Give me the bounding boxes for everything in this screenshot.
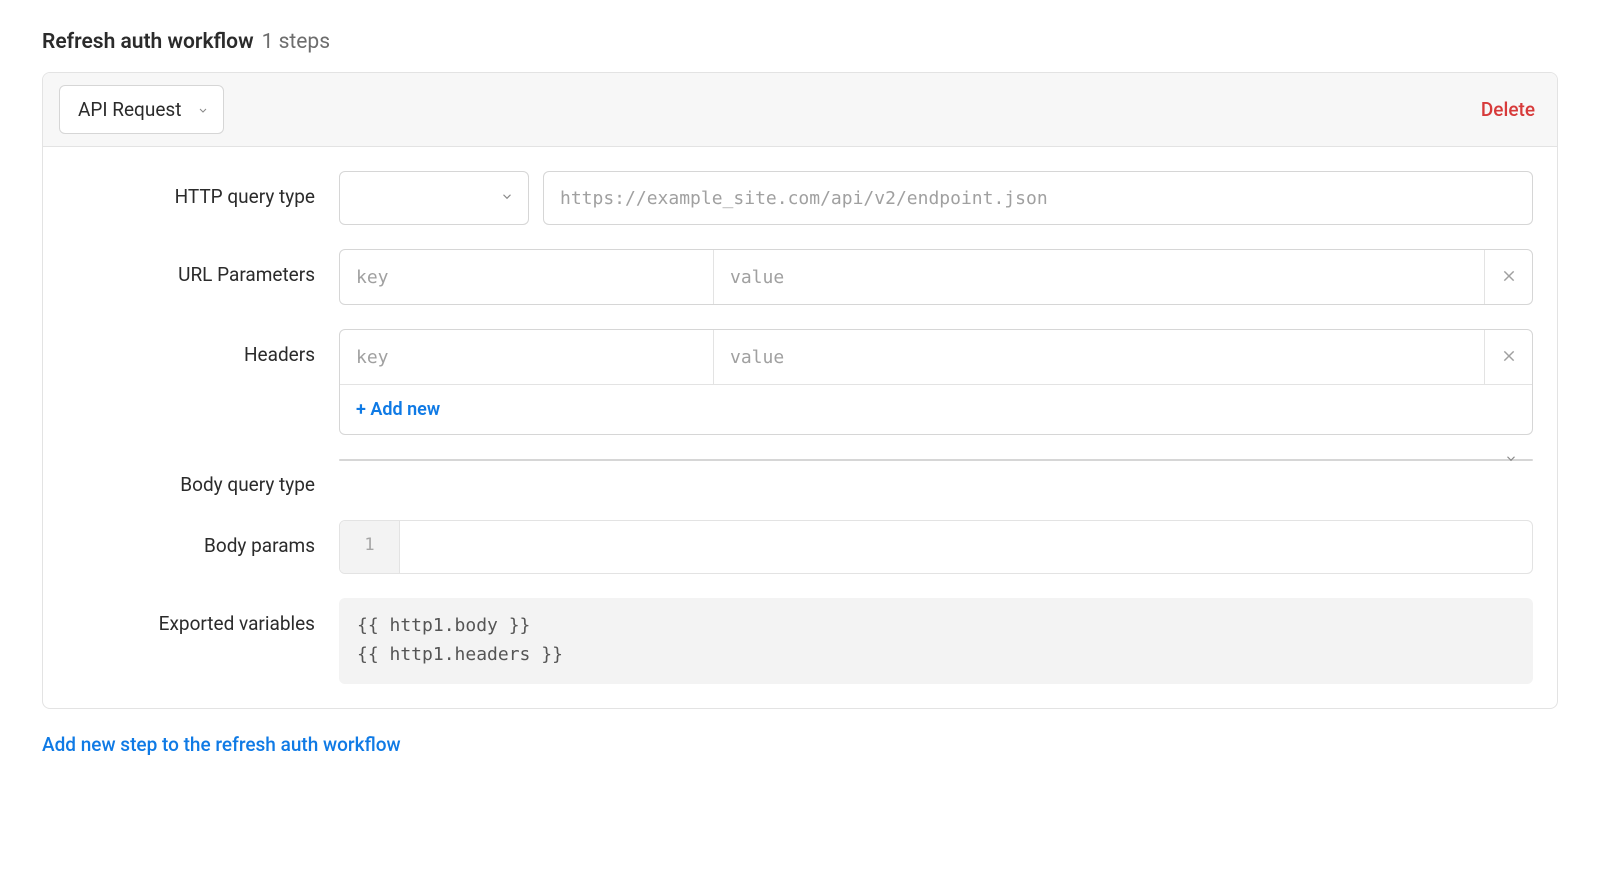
url-param-key-input[interactable] [340,250,714,304]
step-panel-body: HTTP query type URL Parameters [43,147,1557,708]
exported-variables-box: {{ http1.body }} {{ http1.headers }} [339,598,1533,684]
workflow-title: Refresh auth workflow [42,30,254,54]
row-headers: Headers + Add new [67,329,1533,435]
code-content[interactable] [400,521,1532,573]
label-exported-variables: Exported variables [67,598,339,635]
url-param-value-input[interactable] [714,250,1484,304]
exported-var-line: {{ http1.body }} [357,612,1515,641]
add-step-button[interactable]: Add new step to the refresh auth workflo… [42,733,1558,756]
remove-header-button[interactable] [1484,330,1532,384]
workflow-title-row: Refresh auth workflow 1 steps [42,30,1558,54]
step-panel: API Request Delete HTTP query type [42,72,1558,709]
row-body-params: Body params 1 [67,520,1533,574]
headers-add-new-row: + Add new [340,384,1532,434]
step-type-dropdown[interactable]: API Request [59,85,224,134]
chevron-down-icon [1504,450,1518,471]
add-header-button[interactable]: + Add new [356,399,440,420]
chevron-down-icon [197,98,209,121]
label-body-params: Body params [67,520,339,557]
step-panel-header: API Request Delete [43,73,1557,147]
header-row [340,330,1532,384]
exported-var-line: {{ http1.headers }} [357,641,1515,670]
workflow-step-count: 1 steps [262,30,331,54]
close-icon [1501,268,1517,287]
header-key-input[interactable] [340,330,714,384]
row-body-query-type: Body query type [67,459,1533,496]
url-parameters-group [339,249,1533,305]
url-parameter-row [340,250,1532,304]
row-url-parameters: URL Parameters [67,249,1533,305]
header-value-input[interactable] [714,330,1484,384]
remove-url-param-button[interactable] [1484,250,1532,304]
http-method-select[interactable] [339,171,529,225]
step-type-label: API Request [78,98,181,121]
close-icon [1501,348,1517,367]
headers-group: + Add new [339,329,1533,435]
label-url-parameters: URL Parameters [67,249,339,286]
label-http-query-type: HTTP query type [67,171,339,208]
body-query-type-select[interactable] [339,459,1533,461]
label-body-query-type: Body query type [67,459,339,496]
url-input[interactable] [543,171,1533,225]
label-headers: Headers [67,329,339,366]
body-params-editor[interactable]: 1 [339,520,1533,574]
row-exported-variables: Exported variables {{ http1.body }} {{ h… [67,598,1533,684]
code-gutter: 1 [340,521,400,573]
row-http-query-type: HTTP query type [67,171,1533,225]
delete-step-button[interactable]: Delete [1481,98,1541,121]
chevron-down-icon [500,188,514,209]
